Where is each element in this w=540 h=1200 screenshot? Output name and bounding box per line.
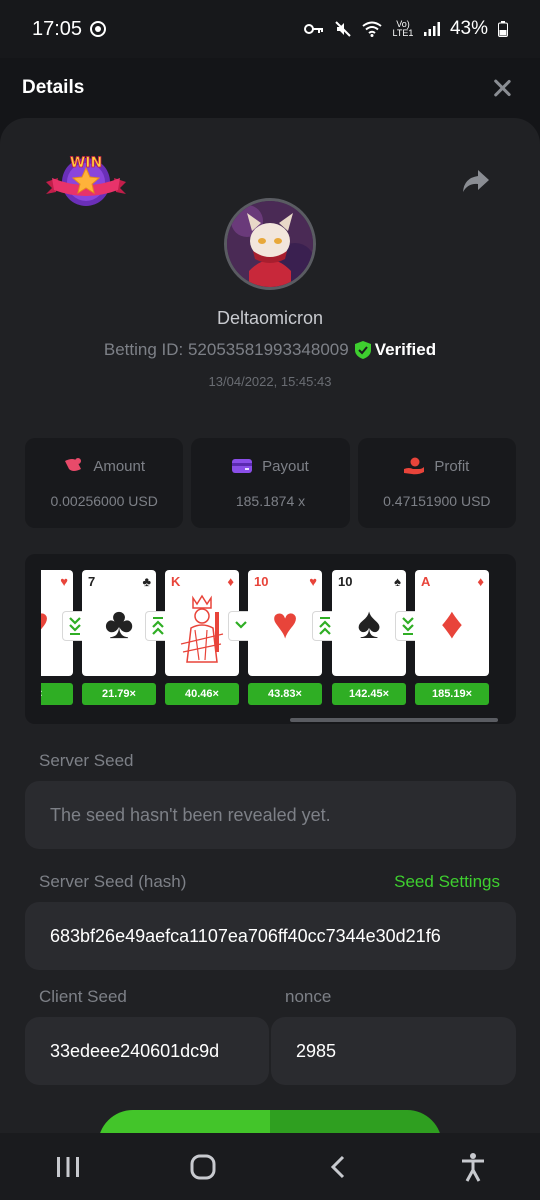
stat-value-payout: 185.1874 x: [235, 492, 306, 509]
cards-track: ♥ ♥ 8× 7 ♣ ♣ 21.79× K ♦: [41, 570, 501, 710]
mute-icon: [335, 21, 351, 37]
share-icon[interactable]: [462, 168, 490, 194]
wallet-icon: [232, 459, 253, 473]
card-suit-small: ♥: [309, 574, 317, 589]
seed-settings-link[interactable]: Seed Settings: [394, 872, 500, 892]
card-rank: 10: [254, 574, 269, 589]
card-rank: 7: [88, 574, 96, 589]
card-suit-small: ♦: [477, 574, 484, 589]
playing-card: K ♦: [165, 570, 239, 676]
details-header: Details: [0, 58, 540, 118]
home-icon[interactable]: [183, 1147, 223, 1187]
playing-card: 10 ♥ ♥: [248, 570, 322, 676]
client-seed-value: 33edeee240601dc9d: [50, 1040, 220, 1061]
notification-icon: [90, 21, 107, 37]
battery-icon: [498, 21, 508, 37]
card-rank: 10: [338, 574, 353, 589]
avatar: [224, 198, 316, 290]
client-seed-field[interactable]: 33edeee240601dc9d: [25, 1017, 269, 1085]
profit-icon: [404, 457, 425, 475]
signal-icon: [423, 22, 440, 36]
betting-id-row: Betting ID: 52053581993348009 Verified: [0, 340, 540, 360]
verified-label: Verified: [374, 340, 437, 359]
server-seed-hash-value: 683bf26e49aefca1107ea706ff40cc7344e30d21…: [50, 925, 441, 946]
cards-history[interactable]: ♥ ♥ 8× 7 ♣ ♣ 21.79× K ♦: [25, 554, 516, 724]
stat-label-payout: Payout: [262, 457, 309, 475]
card-rank: K: [171, 574, 181, 589]
card-suit-big: ♣: [104, 599, 134, 648]
wifi-icon: [362, 21, 382, 37]
playing-card: 7 ♣ ♣: [82, 570, 156, 676]
accessibility-icon[interactable]: [453, 1147, 493, 1187]
stat-card-profit: Profit 0.47151900 USD: [357, 438, 516, 528]
avatar-image: [227, 201, 313, 287]
card-suit-big: ♦: [440, 599, 464, 648]
stats-row: Amount 0.00256000 USD Payout 185.1874 x …: [25, 438, 516, 528]
battery-percent: 43%: [449, 18, 488, 39]
details-panel: WIN Deltaomicron Betting ID: 52053581993…: [0, 118, 540, 1180]
stat-label-profit: Profit: [434, 457, 470, 475]
status-time: 17:05: [32, 17, 83, 40]
king-face-icon: [180, 594, 224, 663]
card-suit-big: ♥: [271, 599, 299, 648]
multiplier-badge: 43.83×: [248, 683, 322, 705]
card-suit-small: ♦: [227, 574, 234, 589]
card-suit-small: ♣: [142, 574, 151, 589]
nonce-label: nonce: [285, 987, 332, 1006]
server-seed-hash-field[interactable]: 683bf26e49aefca1107ea706ff40cc7344e30d21…: [25, 902, 516, 970]
page-title: Details: [22, 77, 85, 98]
card-suit-small: ♠: [394, 574, 401, 589]
stat-card-amount: Amount 0.00256000 USD: [25, 438, 184, 528]
playing-card: A ♦ ♦: [415, 570, 489, 676]
card-suit-small: ♥: [60, 574, 68, 589]
status-indicators: Vo) LTE1 43%: [303, 18, 508, 40]
playing-card: 10 ♠ ♠: [332, 570, 406, 676]
nonce-field[interactable]: 2985: [271, 1017, 516, 1085]
multiplier-badge: 142.45×: [332, 683, 406, 705]
key-icon: [303, 24, 323, 34]
server-seed-label: Server Seed: [39, 751, 134, 770]
stat-card-payout: Payout 185.1874 x: [191, 438, 350, 528]
card-suit-big: ♠: [357, 599, 381, 648]
win-badge-text: WIN: [70, 155, 102, 171]
shield-check-icon: [354, 341, 371, 359]
verified-badge: Verified: [354, 340, 437, 360]
username: Deltaomicron: [216, 308, 324, 328]
multiplier-badge: 40.46×: [165, 683, 239, 705]
cards-scrollbar[interactable]: [290, 718, 498, 722]
recent-apps-icon[interactable]: [48, 1147, 88, 1187]
lte-indicator: Vo) LTE1: [392, 19, 414, 38]
close-icon[interactable]: [490, 76, 514, 100]
bet-timestamp: 13/04/2022, 15:45:43: [208, 374, 332, 389]
betting-id: Betting ID: 52053581993348009: [103, 340, 349, 359]
amount-icon: [65, 458, 82, 471]
server-seed-field[interactable]: The seed hasn't been revealed yet.: [25, 781, 516, 849]
back-icon[interactable]: [318, 1147, 358, 1187]
status-bar: 17:05 Vo) LTE1 43%: [0, 0, 540, 58]
win-badge-icon: WIN: [46, 155, 126, 206]
stat-label-amount: Amount: [93, 457, 146, 475]
multiplier-badge: 8×: [41, 683, 73, 705]
multiplier-badge: 185.19×: [415, 683, 489, 705]
nonce-value: 2985: [296, 1040, 337, 1061]
stat-value-profit: 0.47151900 USD: [383, 493, 491, 509]
stat-value-amount: 0.00256000 USD: [50, 493, 158, 509]
client-seed-label: Client Seed: [39, 987, 127, 1006]
server-seed-hash-label: Server Seed (hash): [39, 872, 187, 891]
card-rank: A: [421, 574, 431, 589]
server-seed-value: The seed hasn't been revealed yet.: [50, 804, 331, 825]
system-nav-bar: [0, 1133, 540, 1200]
multiplier-badge: 21.79×: [82, 683, 156, 705]
